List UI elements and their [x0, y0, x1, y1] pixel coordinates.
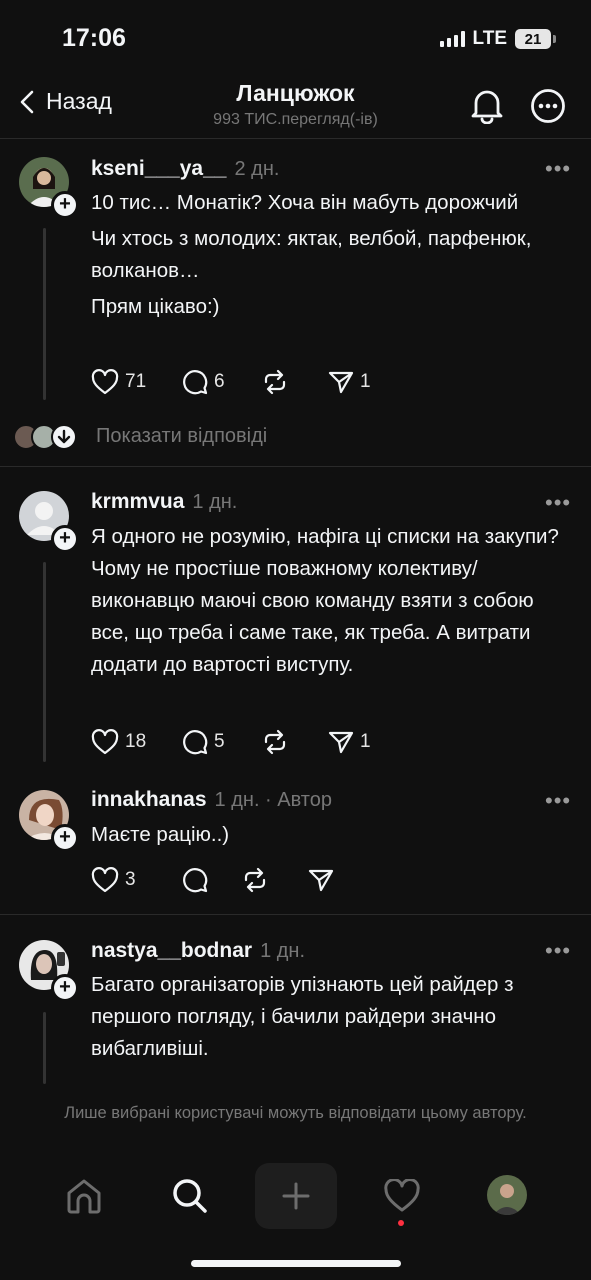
repost-button[interactable]	[242, 867, 308, 893]
repost-icon	[264, 369, 286, 395]
replier-avatars	[13, 424, 83, 450]
status-time: 17:06	[62, 24, 126, 52]
username[interactable]: nastya__bodnar 1 дн.	[91, 939, 305, 963]
follow-button[interactable]: +	[51, 824, 79, 852]
post-time: 2 дн.	[234, 158, 280, 180]
home-icon	[67, 1179, 101, 1214]
heart-icon	[384, 1179, 420, 1212]
thread-line	[43, 228, 46, 400]
profile-avatar	[487, 1175, 527, 1215]
post-text: 10 тис… Монатік? Хоча він мабуть дорожчи…	[91, 187, 561, 323]
like-button[interactable]: 18	[91, 729, 182, 755]
post-more-button[interactable]: •••	[545, 490, 571, 516]
status-indicators: LTE 21	[439, 28, 556, 50]
reply-button[interactable]	[182, 867, 242, 893]
share-count: 1	[360, 731, 371, 752]
post-paragraph: Я одного не розумію, нафіга ці списки на…	[91, 525, 559, 676]
bell-icon	[471, 90, 503, 125]
post-actions: 3	[91, 867, 334, 893]
post-paragraph: 10 тис… Монатік? Хоча він мабуть дорожчи…	[91, 191, 519, 214]
nav-profile-button[interactable]	[487, 1175, 527, 1215]
reply-button[interactable]: 6	[182, 369, 262, 395]
post-time: 1 дн.	[260, 940, 306, 962]
post-text: Я одного не розумію, нафіга ці списки на…	[91, 521, 561, 681]
arrow-down-icon	[51, 424, 77, 450]
repost-icon	[264, 729, 286, 755]
post-paragraph: Прям цікаво:)	[91, 295, 220, 318]
share-count: 1	[360, 371, 371, 392]
nav-create-button[interactable]	[255, 1163, 337, 1229]
home-indicator	[191, 1260, 401, 1267]
reply-restriction-note: Лише вибрані користувачі можуть відповід…	[64, 1104, 527, 1122]
share-button[interactable]: 1	[328, 370, 371, 394]
post-paragraph: Маєте рацію..)	[91, 823, 230, 846]
heart-icon	[91, 369, 119, 395]
reply-count: 6	[214, 371, 225, 392]
post-time: 1 дн.	[192, 491, 238, 513]
battery-level: 21	[524, 30, 542, 48]
post-actions: 18 5 1	[91, 729, 371, 755]
header-divider	[0, 138, 591, 139]
thread-line	[43, 1012, 46, 1084]
repost-icon	[244, 867, 266, 893]
repost-button[interactable]	[262, 369, 328, 395]
more-options-button[interactable]	[530, 88, 566, 129]
username[interactable]: innakhanas 1 дн. · Автор	[91, 788, 332, 812]
nav-activity-button[interactable]	[378, 1172, 426, 1220]
post-paragraph: Багато організаторів упізнають цей райде…	[91, 973, 514, 1060]
share-button[interactable]: 1	[328, 730, 371, 754]
thread-line	[43, 562, 46, 762]
notification-dot	[398, 1220, 404, 1226]
notifications-button[interactable]	[470, 86, 504, 129]
signal-icon	[439, 31, 465, 47]
show-replies-button[interactable]: Показати відповіді	[96, 425, 267, 448]
like-button[interactable]: 71	[91, 369, 182, 395]
comment-icon	[183, 730, 208, 755]
battery-icon: 21	[515, 29, 556, 49]
post-more-button[interactable]: •••	[545, 156, 571, 182]
heart-icon	[91, 729, 119, 755]
post-actions: 71 6 1	[91, 369, 371, 395]
follow-button[interactable]: +	[51, 191, 79, 219]
more-icon	[531, 89, 565, 123]
plus-icon	[282, 1182, 310, 1210]
send-icon	[308, 869, 334, 892]
like-button[interactable]: 3	[91, 867, 182, 893]
reply-count: 5	[214, 731, 225, 752]
nav-search-button[interactable]	[166, 1172, 214, 1220]
username[interactable]: krmmvua 1 дн.	[91, 490, 237, 514]
nav-home-button[interactable]	[60, 1172, 108, 1220]
post-divider	[0, 466, 591, 467]
like-count: 18	[125, 731, 147, 752]
post-text: Багато організаторів упізнають цей райде…	[91, 969, 561, 1065]
send-icon	[328, 731, 354, 754]
heart-icon	[91, 867, 119, 893]
post-text: Маєте рацію..)	[91, 819, 561, 851]
send-icon	[328, 371, 354, 394]
follow-button[interactable]: +	[51, 525, 79, 553]
like-count: 71	[125, 371, 147, 392]
repost-button[interactable]	[262, 729, 328, 755]
post-time: 1 дн. · Автор	[214, 789, 332, 811]
username[interactable]: kseni___ya__ 2 дн.	[91, 157, 279, 181]
share-button[interactable]	[308, 868, 334, 892]
post-divider	[0, 914, 591, 915]
reply-button[interactable]: 5	[182, 729, 262, 755]
post-more-button[interactable]: •••	[545, 788, 571, 814]
post-paragraph: Чи хтось з молодих: яктак, велбой, парфе…	[91, 227, 532, 282]
comment-icon	[183, 868, 208, 893]
search-icon	[173, 1179, 207, 1213]
post-more-button[interactable]: •••	[545, 938, 571, 964]
comment-icon	[183, 370, 208, 395]
network-label: LTE	[472, 28, 507, 49]
follow-button[interactable]: +	[51, 974, 79, 1002]
like-count: 3	[125, 869, 136, 890]
